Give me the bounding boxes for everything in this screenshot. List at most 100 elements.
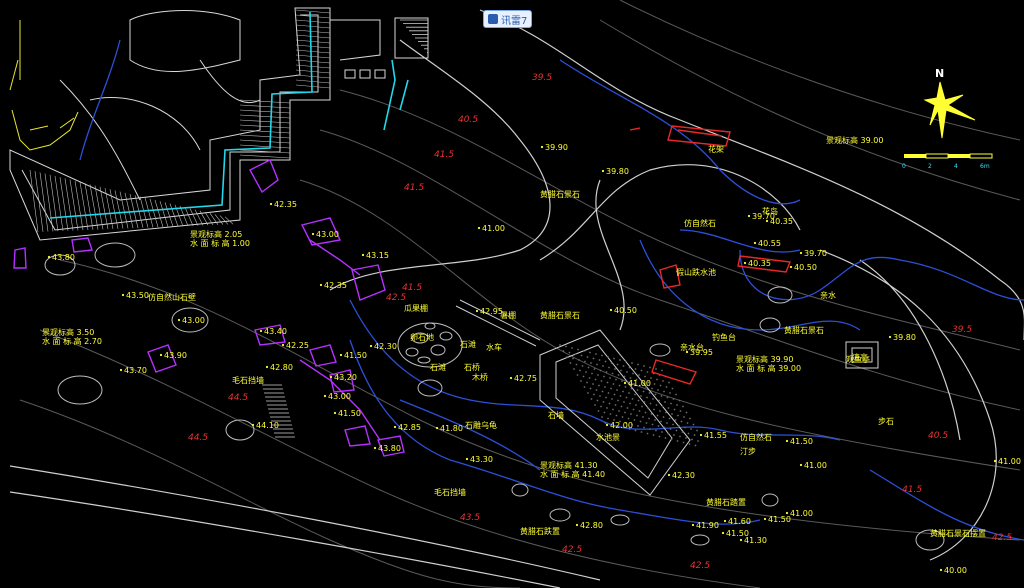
site-plan-drawing: N 0 2 4 6m 39.5 40.5 41.5 41.5 41.5 42.5 44.5 4… (9, 0, 1024, 588)
level-point-marker (575, 523, 579, 527)
level-point-marker (609, 308, 613, 312)
contour-label: 41.5 (434, 150, 454, 160)
level-point-marker (333, 411, 337, 415)
feature-label: 毛石挡墙 (232, 375, 264, 385)
cad-site-plan: N 0 2 4 6m 39.5 40.5 41.5 41.5 41.5 42.5 44.5 4… (0, 0, 1024, 588)
level-point-marker (763, 517, 767, 521)
spot-level: 40.55 (758, 239, 781, 248)
contour-label: 42.5 (992, 533, 1012, 543)
level-point-marker (361, 253, 365, 257)
feature-label: 凉亭 (852, 352, 868, 362)
spot-level: 43.00 (328, 392, 351, 401)
level-box-line: 景观标高 2.05 (190, 229, 242, 239)
level-point-marker (721, 531, 725, 535)
spot-level: 41.55 (704, 431, 727, 440)
contour-label: 43.5 (460, 513, 480, 523)
level-point-marker (323, 394, 327, 398)
spot-level: 41.00 (998, 457, 1021, 466)
level-point-marker (723, 519, 727, 523)
feature-label: 仿自然山石壁 (148, 292, 196, 302)
badge-label: 讯雷7 (501, 15, 528, 27)
level-point-marker (159, 353, 163, 357)
feature-label: 黄腊石景石摆置 (930, 528, 986, 538)
contour-label: 41.5 (402, 283, 422, 293)
level-point-marker (540, 145, 544, 149)
north-label: N (935, 67, 944, 80)
spot-level: 41.00 (790, 509, 813, 518)
level-point-marker (339, 353, 343, 357)
contour-label: 39.5 (952, 325, 972, 335)
feature-label: 石滩 (430, 362, 446, 372)
feature-label: 木桥 (472, 372, 488, 382)
thunder-icon (488, 14, 498, 24)
feature-label: 仿自然石 (684, 218, 716, 228)
feature-label: 黄腊石景石 (540, 189, 580, 199)
spot-level: 42.25 (286, 341, 309, 350)
feature-label: 卵石地 (410, 332, 434, 342)
yellow-features (9, 20, 79, 151)
scale-bar: 0 2 4 6m (902, 153, 993, 170)
feature-label: 石墙 (548, 410, 564, 420)
level-point-marker (799, 251, 803, 255)
level-point-marker (993, 459, 997, 463)
level-point-marker (465, 457, 469, 461)
spot-level: 42.85 (398, 423, 421, 432)
contour-label: 42.5 (562, 545, 582, 555)
spot-level: 41.60 (728, 517, 751, 526)
spot-level: 43.90 (164, 351, 187, 360)
feature-label: 石滩 (460, 339, 476, 349)
scale-tick-label: 0 (902, 163, 906, 170)
level-point-marker (743, 261, 747, 265)
level-box-line: 景观标高 3.50 (42, 327, 94, 337)
feature-label: 亲水 (820, 290, 836, 300)
level-point-marker (765, 219, 769, 223)
feature-label: 黄腊石跌置 (520, 526, 560, 536)
level-point-marker (601, 169, 605, 173)
spot-level: 41.80 (440, 424, 463, 433)
spot-level: 39.80 (893, 333, 916, 342)
spot-level: 40.35 (770, 217, 793, 226)
spot-level: 41.50 (338, 409, 361, 418)
level-box-line: 水 面 标 高 2.70 (42, 336, 102, 346)
level-point-marker (785, 511, 789, 515)
level-point-marker (888, 335, 892, 339)
contour-label: 44.5 (228, 393, 248, 403)
level-point-marker (785, 439, 789, 443)
contour-label: 40.5 (928, 431, 948, 441)
spot-level: 42.35 (324, 281, 347, 290)
spot-level: 43.30 (470, 455, 493, 464)
level-point-marker (667, 473, 671, 477)
level-point-marker (753, 241, 757, 245)
spot-level: 43.40 (264, 327, 287, 336)
contour-label: 41.5 (404, 183, 424, 193)
level-box-line: 水 面 标 高 1.00 (190, 238, 250, 248)
spot-level: 39.70 (804, 249, 827, 258)
level-point-marker (259, 329, 263, 333)
download-badge[interactable]: 讯雷7 (483, 10, 533, 28)
level-point-marker (319, 283, 323, 287)
level-point-marker (373, 446, 377, 450)
contour-label: 42.5 (690, 561, 710, 571)
spot-level: 41.50 (344, 351, 367, 360)
spot-level: 43.00 (182, 316, 205, 325)
scale-tick-label: 6m (980, 163, 990, 170)
level-point-marker (789, 265, 793, 269)
level-box-line: 景观标高 39.00 (826, 135, 883, 145)
spot-level: 41.50 (768, 515, 791, 524)
level-point-marker (121, 293, 125, 297)
level-point-marker (605, 423, 609, 427)
spot-level: 39.90 (545, 143, 568, 152)
spot-level: 42.35 (274, 200, 297, 209)
feature-label: 仿自然石 (740, 432, 772, 442)
spot-level: 40.00 (944, 566, 967, 575)
spot-level: 42.80 (580, 521, 603, 530)
level-point-marker (799, 463, 803, 467)
level-point-marker (281, 343, 285, 347)
level-point-marker (251, 423, 255, 427)
level-box-line: 水 面 标 高 39.00 (736, 363, 801, 373)
north-arrow-icon (923, 81, 976, 139)
level-point-marker (691, 523, 695, 527)
spot-level: 41.00 (628, 379, 651, 388)
rock-clusters (44, 242, 945, 551)
roof-hatching (29, 9, 331, 233)
